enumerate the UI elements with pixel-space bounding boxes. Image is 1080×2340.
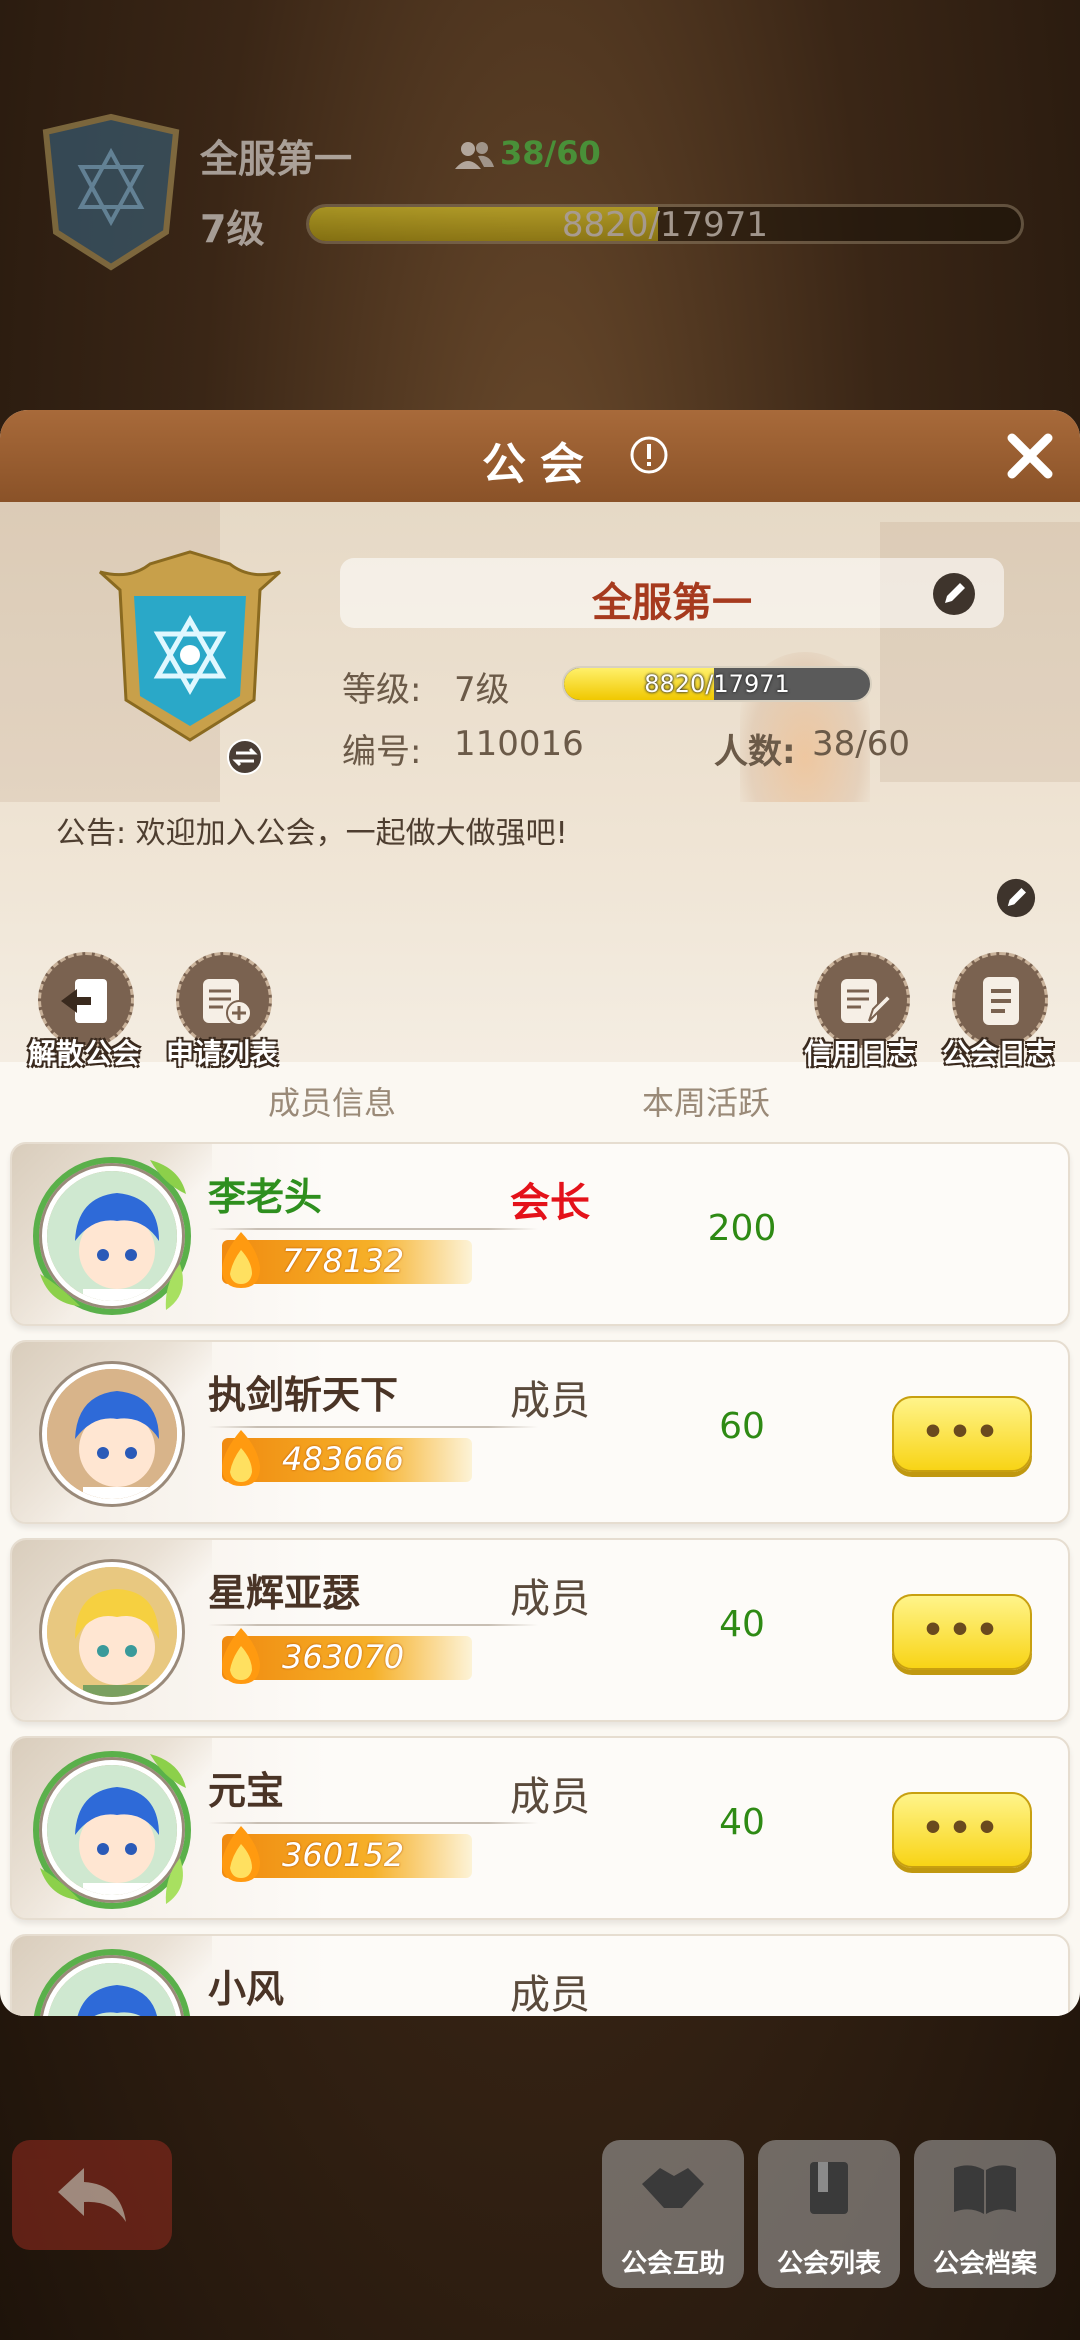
member-role: 成员	[510, 1972, 590, 2016]
back-arrow-icon	[58, 2168, 126, 2222]
background-guild-level: 7级	[200, 207, 265, 251]
member-list[interactable]: 李老头 778132 会长 200 执剑斩天下 483666 成员 60 •••…	[0, 1130, 1080, 2016]
guild-help-label: 公会互助	[620, 2249, 725, 2279]
more-dots: •••	[921, 1808, 1003, 1849]
guild-archive-label: 公会档案	[932, 2249, 1037, 2279]
modal-header: 公会	[0, 410, 1080, 502]
member-name: 元宝	[208, 1769, 285, 1813]
combat-power-value: 778132	[282, 1242, 405, 1280]
vine-frame-icon	[33, 1157, 191, 1315]
combat-power-badge: 363070	[222, 1628, 472, 1684]
flame-icon	[222, 1430, 260, 1486]
member-row[interactable]: 小风 成员	[10, 1934, 1070, 2016]
more-dots: •••	[921, 1412, 1003, 1453]
member-name: 李老头	[208, 1175, 323, 1219]
edit-notice-icon[interactable]	[996, 878, 1036, 918]
level-label: 等级:	[342, 670, 422, 710]
info-icon[interactable]	[628, 434, 670, 476]
weekly-activity-value: 40	[719, 1802, 765, 1843]
avatar	[42, 1562, 182, 1702]
members-icon	[455, 142, 494, 169]
flame-icon	[222, 1232, 260, 1288]
background-exp-text: 8820/17971	[561, 205, 769, 244]
member-row[interactable]: 星辉亚瑟 363070 成员 40 •••	[10, 1538, 1070, 1722]
guild-modal: 公会 全服第一 等级: 7级 8820/17971 编号: 110016 人数:…	[0, 410, 1080, 2016]
guild-emblem-background	[42, 113, 180, 271]
guild-name-box: 全服第一	[340, 558, 1004, 628]
exit-door-icon	[61, 979, 107, 1023]
back-button[interactable]	[12, 2140, 172, 2250]
background-guild-hud: 全服第一 38/60 7级 8820/17971	[0, 0, 1080, 420]
background-guild-name: 全服第一	[200, 137, 353, 181]
member-more-button[interactable]: •••	[892, 1792, 1032, 1868]
scroll-plus-icon	[203, 979, 252, 1026]
credit-log-button[interactable]: 信用日志	[790, 952, 930, 1082]
vine-frame-icon	[33, 1751, 191, 1909]
member-row[interactable]: 元宝 360152 成员 40 •••	[10, 1736, 1070, 1920]
weekly-activity-value: 40	[719, 1604, 765, 1645]
modal-title: 公会	[482, 439, 598, 490]
column-weekly-activity: 本周活跃	[642, 1084, 771, 1122]
combat-power-value: 363070	[282, 1638, 405, 1676]
combat-power-value: 360152	[282, 1836, 405, 1874]
member-role: 成员	[510, 1378, 590, 1424]
id-label: 编号:	[342, 732, 422, 772]
apply-list-button[interactable]: 申请列表	[152, 952, 292, 1082]
member-row[interactable]: 李老头 778132 会长 200	[10, 1142, 1070, 1326]
member-role: 成员	[510, 1576, 590, 1622]
guild-emblem	[98, 550, 282, 742]
avatar	[42, 1364, 182, 1504]
flame-icon	[222, 1628, 260, 1684]
flame-icon	[222, 1826, 260, 1882]
level-value: 7级	[454, 670, 510, 710]
guild-notice: 公告: 欢迎加入公会，一起做大做强吧!	[56, 816, 568, 851]
combat-power-badge: 360152	[222, 1826, 472, 1882]
combat-power-badge: 483666	[222, 1430, 472, 1486]
member-more-button[interactable]: •••	[892, 1396, 1032, 1472]
members-value: 38/60	[812, 724, 910, 764]
background-exp-bar: 8820/17971	[306, 204, 1024, 244]
more-dots: •••	[921, 1610, 1003, 1651]
book-icon	[810, 2162, 848, 2214]
apply-list-label: 申请列表	[165, 1037, 278, 1070]
member-role: 会长	[510, 1180, 590, 1226]
background-member-count: 38/60	[452, 134, 601, 172]
guild-log-label: 公会日志	[941, 1037, 1054, 1070]
weekly-activity-value: 60	[719, 1406, 765, 1447]
members-label: 人数:	[714, 732, 796, 772]
column-member-info: 成员信息	[268, 1084, 397, 1122]
member-more-button[interactable]: •••	[892, 1594, 1032, 1670]
member-name: 执剑斩天下	[208, 1373, 399, 1417]
credit-log-label: 信用日志	[803, 1037, 916, 1070]
close-icon[interactable]	[1000, 426, 1060, 486]
background-member-count-text: 38/60	[500, 134, 601, 172]
guild-list-button[interactable]: 公会列表	[758, 2140, 900, 2288]
edit-name-icon[interactable]	[932, 572, 976, 616]
guild-log-button[interactable]: 公会日志	[928, 952, 1068, 1082]
scroll-pen-icon	[841, 979, 893, 1023]
handshake-icon	[642, 2168, 704, 2208]
weekly-activity-value: 200	[707, 1208, 777, 1249]
guild-archive-button[interactable]: 公会档案	[914, 2140, 1056, 2288]
guild-help-button[interactable]: 公会互助	[602, 2140, 744, 2288]
disband-guild-button[interactable]: 解散公会	[14, 952, 154, 1082]
disband-guild-label: 解散公会	[27, 1037, 140, 1070]
swap-emblem-icon[interactable]	[226, 738, 264, 776]
combat-power-badge: 778132	[222, 1232, 472, 1288]
exp-progress-bar: 8820/17971	[562, 666, 872, 702]
vine-frame-icon	[33, 1949, 191, 2016]
combat-power-value: 483666	[282, 1440, 405, 1478]
guild-list-label: 公会列表	[776, 2249, 881, 2279]
member-name: 星辉亚瑟	[208, 1571, 361, 1615]
guild-name: 全服第一	[592, 580, 752, 626]
member-role: 成员	[510, 1774, 590, 1820]
member-row[interactable]: 执剑斩天下 483666 成员 60 •••	[10, 1340, 1070, 1524]
id-value: 110016	[454, 724, 584, 764]
log-book-icon	[983, 977, 1019, 1025]
exp-progress-text: 8820/17971	[644, 670, 790, 698]
open-book-icon	[954, 2165, 1016, 2214]
member-name: 小风	[208, 1967, 285, 2011]
